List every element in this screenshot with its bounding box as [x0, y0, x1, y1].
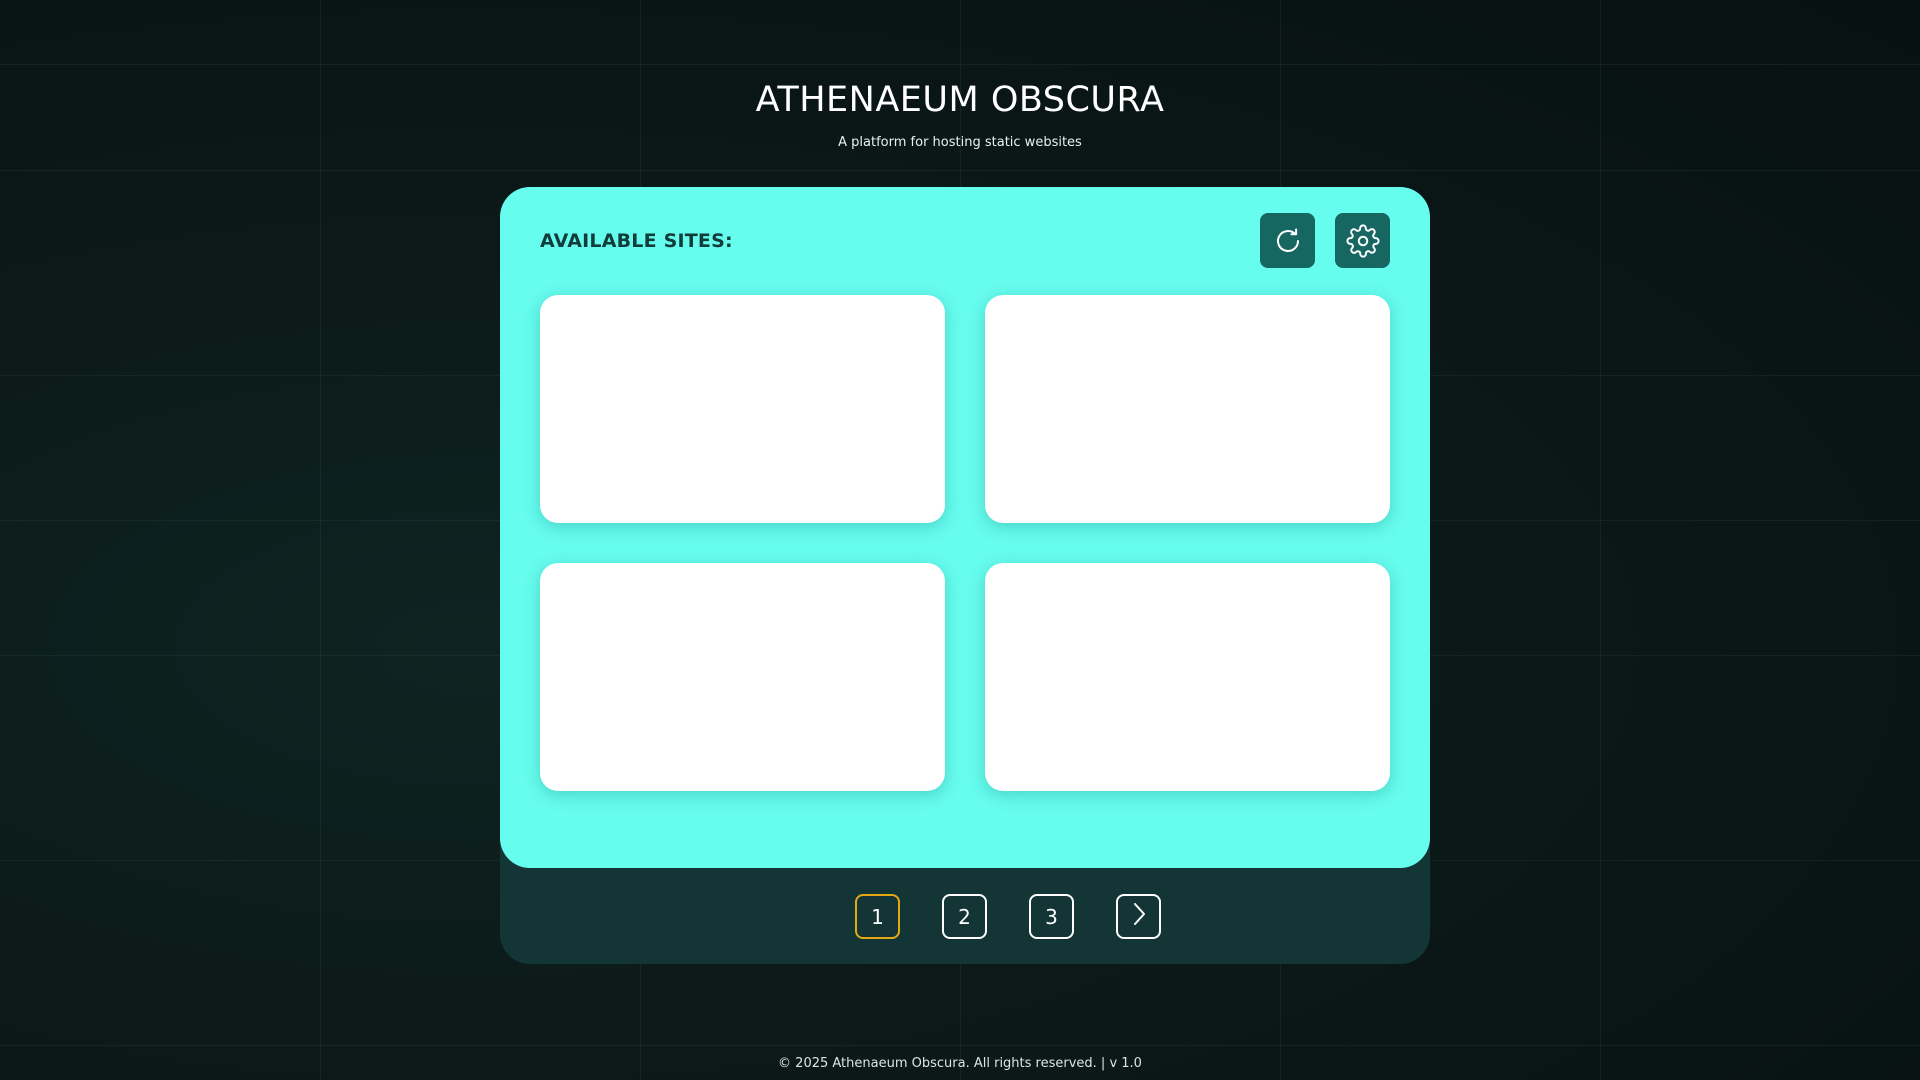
pagination: 1 2 3	[500, 894, 1430, 942]
chevron-right-icon	[1128, 901, 1150, 932]
site-card[interactable]	[540, 295, 945, 523]
refresh-button[interactable]	[1260, 213, 1315, 268]
page-button-2[interactable]: 2	[942, 894, 987, 939]
refresh-icon	[1273, 226, 1303, 256]
next-page-button[interactable]	[1116, 894, 1161, 939]
available-sites-label: AVAILABLE SITES:	[540, 230, 733, 252]
settings-button[interactable]	[1335, 213, 1390, 268]
site-card[interactable]	[540, 563, 945, 791]
page-button-1[interactable]: 1	[855, 894, 900, 939]
gear-icon	[1345, 223, 1380, 258]
sites-panel: AVAILABLE SITES:	[500, 187, 1430, 868]
site-card[interactable]	[985, 295, 1390, 523]
sites-panel-container: AVAILABLE SITES: 1 2 3	[500, 187, 1430, 964]
page-subtitle: A platform for hosting static websites	[838, 135, 1082, 150]
page-title: ATHENAEUM OBSCURA	[755, 80, 1165, 120]
site-card[interactable]	[985, 563, 1390, 791]
footer-text: © 2025 Athenaeum Obscura. All rights res…	[778, 1056, 1142, 1071]
page-button-3[interactable]: 3	[1029, 894, 1074, 939]
page-header: ATHENAEUM OBSCURA A platform for hosting…	[0, 78, 1920, 152]
